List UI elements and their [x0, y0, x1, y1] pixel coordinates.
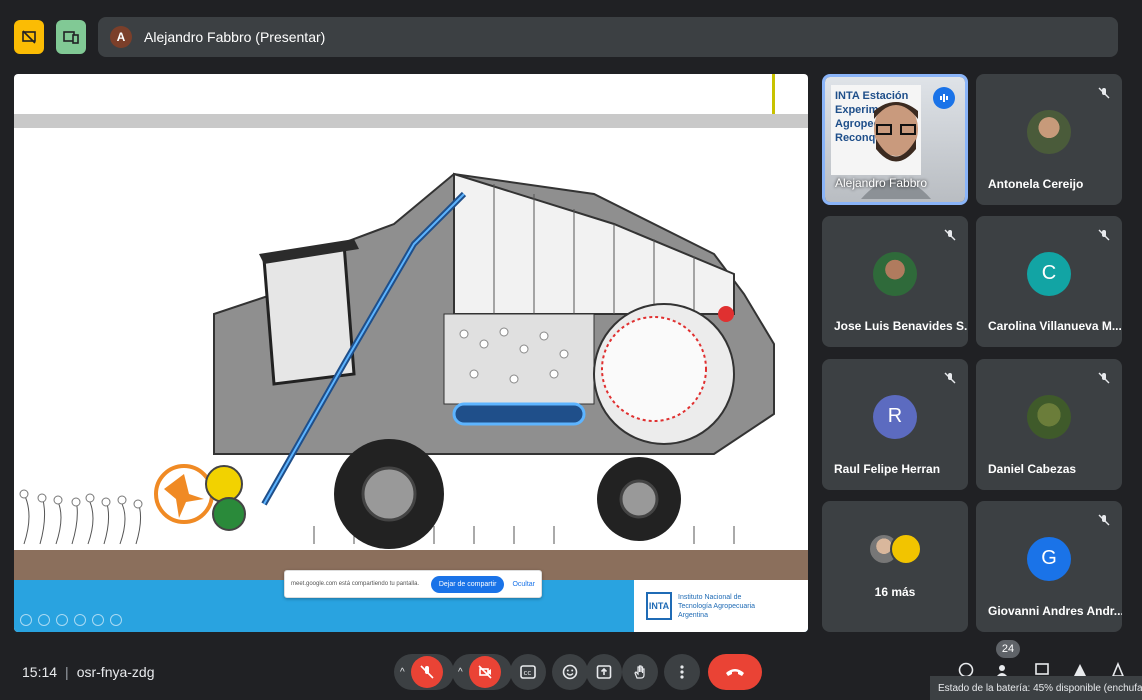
more-options-button[interactable] [664, 654, 700, 690]
more-participants-avatars [868, 533, 928, 569]
participant-name: Giovanni Andres Andr... [988, 604, 1122, 618]
mic-toggle-button[interactable] [410, 656, 443, 688]
participant-name: Daniel Cabezas [988, 462, 1077, 476]
next-slide-icon[interactable] [38, 614, 50, 626]
more-participants-label: 16 más [874, 585, 916, 599]
companion-mode-button[interactable] [56, 20, 86, 54]
mic-off-icon [1098, 86, 1110, 104]
devices-icon [63, 31, 79, 44]
speaking-indicator-icon [933, 87, 955, 109]
inta-caption: Instituto Nacional de Tecnología Agropec… [678, 593, 755, 620]
inta-line-3: Argentina [678, 611, 708, 619]
camera-toggle-button[interactable] [468, 656, 501, 688]
camera-control[interactable]: ^ [452, 654, 512, 690]
stop-sharing-button[interactable]: Dejar de compartir [430, 575, 505, 593]
sharing-notice-text: meet.google.com está compartiendo tu pan… [291, 581, 420, 587]
more-participants-tile[interactable]: 16 más [822, 501, 968, 632]
participant-tile-antonela[interactable]: Antonela Cereijo [976, 74, 1122, 205]
mic-off-icon [1098, 228, 1110, 246]
participant-avatar [890, 533, 922, 565]
participant-name: Jose Luis Benavides S... [834, 319, 968, 333]
participant-avatar-initial: C [1027, 251, 1071, 296]
prev-slide-icon[interactable] [20, 614, 32, 626]
participant-tile-alejandro[interactable]: INTA Estación Experimental Agropecuaria … [822, 74, 968, 205]
participant-tile-carolina[interactable]: C Carolina Villanueva M... [976, 216, 1122, 347]
participant-avatar [1027, 109, 1071, 154]
participant-avatar-initial: G [1027, 536, 1071, 581]
participant-tile-giovanni[interactable]: G Giovanni Andres Andr... [976, 501, 1122, 632]
camera-off-icon [478, 665, 492, 679]
participant-name: Carolina Villanueva M... [988, 319, 1122, 333]
more-icon[interactable] [110, 614, 122, 626]
inta-line-1: Instituto Nacional de [678, 593, 742, 601]
captions-button[interactable]: cc [510, 654, 546, 690]
stop-presenting-button[interactable] [14, 20, 44, 54]
slide-toolbar [20, 614, 122, 626]
shared-screen[interactable]: meet.google.com está compartiendo tu pan… [14, 74, 808, 632]
participant-name: Raul Felipe Herran [834, 462, 941, 476]
meeting-code[interactable]: osr-fnya-zdg [77, 664, 155, 680]
meeting-info: 15:14 | osr-fnya-zdg [22, 664, 155, 680]
pen-icon[interactable] [56, 614, 68, 626]
mic-off-icon [944, 228, 956, 246]
inta-logo-block: INTA Instituto Nacional de Tecnología Ag… [634, 580, 808, 632]
presenter-label: Alejandro Fabbro (Presentar) [144, 29, 326, 45]
mic-off-icon [1098, 513, 1110, 531]
mic-off-icon [944, 371, 956, 389]
participant-name: Alejandro Fabbro [835, 176, 928, 190]
screen-share-off-icon [22, 30, 36, 44]
participant-count-badge: 24 [996, 640, 1020, 658]
mic-off-icon [420, 665, 434, 679]
zoom-icon[interactable] [92, 614, 104, 626]
svg-text:cc: cc [524, 669, 532, 677]
inta-line-2: Tecnología Agropecuaria [678, 602, 756, 610]
inta-logo: INTA [646, 592, 672, 620]
presenter-avatar: A [110, 26, 132, 48]
participant-avatar [873, 251, 917, 296]
hand-icon [634, 665, 645, 679]
more-vert-icon [680, 665, 684, 679]
battery-status-tooltip: Estado de la batería: 45% disponible (en… [930, 676, 1142, 700]
participant-tile-raul[interactable]: R Raul Felipe Herran [822, 359, 968, 490]
chevron-up-icon[interactable]: ^ [458, 667, 463, 678]
leave-call-button[interactable] [708, 654, 762, 690]
top-bar: A Alejandro Fabbro (Presentar) [0, 0, 1142, 70]
captions-icon: cc [520, 665, 536, 679]
clock-time: 15:14 [22, 664, 58, 680]
participant-avatar-initial: R [873, 394, 917, 439]
slides-icon[interactable] [74, 614, 86, 626]
sharing-notice-bar: meet.google.com está compartiendo tu pan… [284, 570, 542, 598]
emoji-icon [562, 664, 578, 680]
participant-tile-jose-luis[interactable]: Jose Luis Benavides S... [822, 216, 968, 347]
microphone-control[interactable]: ^ [394, 654, 454, 690]
present-screen-icon [596, 665, 612, 679]
reactions-button[interactable] [552, 654, 588, 690]
participant-avatar [1027, 394, 1071, 439]
cotton-harvester-illustration [19, 172, 775, 549]
presenter-banner[interactable]: A Alejandro Fabbro (Presentar) [98, 17, 1118, 57]
participant-name: Antonela Cereijo [988, 177, 1084, 191]
present-button[interactable] [586, 654, 622, 690]
hide-notice-link[interactable]: Ocultar [512, 581, 535, 588]
raise-hand-button[interactable] [622, 654, 658, 690]
phone-hangup-icon [726, 669, 744, 676]
chevron-up-icon[interactable]: ^ [400, 667, 405, 678]
participant-tile-daniel[interactable]: Daniel Cabezas [976, 359, 1122, 490]
mic-off-icon [1098, 371, 1110, 389]
